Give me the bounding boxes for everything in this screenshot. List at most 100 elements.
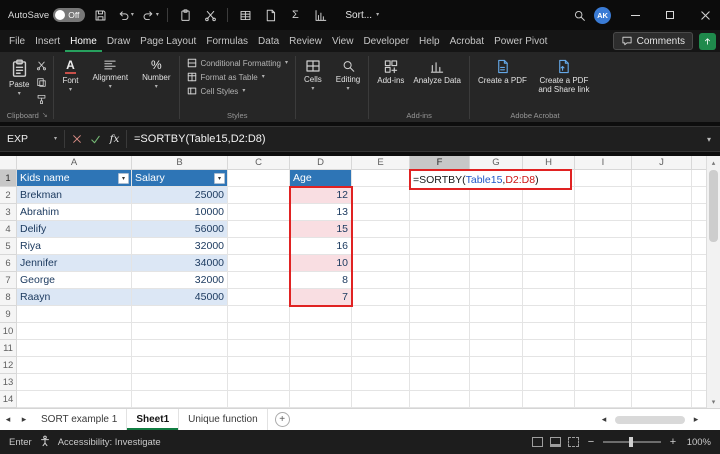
horizontal-scrollbar[interactable]: ◂ ▸	[596, 409, 720, 430]
cell-B10[interactable]	[132, 323, 228, 340]
cell-C1[interactable]	[228, 170, 290, 187]
document-tool-button[interactable]	[260, 4, 280, 26]
row-header-10[interactable]: 10	[0, 323, 17, 340]
undo-button[interactable]: ▾	[115, 4, 135, 26]
cell-D11[interactable]	[290, 340, 352, 357]
cell-B7[interactable]: 32000	[132, 272, 228, 289]
table-tool-button[interactable]	[235, 4, 255, 26]
sheet-tab-sheet1[interactable]: Sheet1	[127, 409, 180, 430]
column-header-c[interactable]: C	[228, 156, 290, 170]
cell-B12[interactable]	[132, 357, 228, 374]
cell-B3[interactable]: 10000	[132, 204, 228, 221]
cell-E8[interactable]	[352, 289, 410, 306]
cell-D12[interactable]	[290, 357, 352, 374]
normal-view-icon[interactable]	[532, 437, 543, 447]
cell-H10[interactable]	[523, 323, 575, 340]
cell-J14[interactable]	[632, 391, 692, 408]
cell-A12[interactable]	[17, 357, 132, 374]
column-header-e[interactable]: E	[352, 156, 410, 170]
minimize-button[interactable]	[620, 0, 650, 30]
cell-B1[interactable]: Salary ▾	[132, 170, 228, 187]
cell-H6[interactable]	[523, 255, 575, 272]
cell-I12[interactable]	[575, 357, 632, 374]
cell-B2[interactable]: 25000	[132, 187, 228, 204]
redo-button[interactable]: ▾	[140, 4, 160, 26]
cell-A1[interactable]: Kids name ▾	[17, 170, 132, 187]
cell-A14[interactable]	[17, 391, 132, 408]
cell-A4[interactable]: Delify	[17, 221, 132, 238]
cut-button[interactable]	[34, 59, 49, 72]
cell-B8[interactable]: 45000	[132, 289, 228, 306]
ribbon-tab-help[interactable]: Help	[414, 32, 445, 52]
cell-J7[interactable]	[632, 272, 692, 289]
cell-D14[interactable]	[290, 391, 352, 408]
zoom-slider-thumb[interactable]	[629, 437, 633, 447]
cell-J11[interactable]	[632, 340, 692, 357]
cell-E5[interactable]	[352, 238, 410, 255]
zoom-in-icon[interactable]: +	[668, 436, 678, 448]
cell-D9[interactable]	[290, 306, 352, 323]
cell-E14[interactable]	[352, 391, 410, 408]
cell-I6[interactable]	[575, 255, 632, 272]
ribbon-tab-review[interactable]: Review	[284, 32, 327, 52]
cell-B9[interactable]	[132, 306, 228, 323]
cell-I4[interactable]	[575, 221, 632, 238]
cell-F12[interactable]	[410, 357, 470, 374]
cell-A6[interactable]: Jennifer	[17, 255, 132, 272]
chart-tool-button[interactable]	[310, 4, 330, 26]
cell-H14[interactable]	[523, 391, 575, 408]
cell-J12[interactable]	[632, 357, 692, 374]
cell-A8[interactable]: Raayn	[17, 289, 132, 306]
ribbon-tab-formulas[interactable]: Formulas	[201, 32, 253, 52]
cell-styles-button[interactable]: Cell Styles ▾	[184, 84, 249, 98]
cell-E9[interactable]	[352, 306, 410, 323]
save-button[interactable]	[90, 4, 110, 26]
cell-C6[interactable]	[228, 255, 290, 272]
cell-D4[interactable]: 15	[290, 221, 352, 238]
row-header-11[interactable]: 11	[0, 340, 17, 357]
cell-B14[interactable]	[132, 391, 228, 408]
ribbon-tab-home[interactable]: Home	[65, 32, 102, 52]
cell-J2[interactable]	[632, 187, 692, 204]
cell-A11[interactable]	[17, 340, 132, 357]
cell-J8[interactable]	[632, 289, 692, 306]
cell-G13[interactable]	[470, 374, 523, 391]
cell-A13[interactable]	[17, 374, 132, 391]
cell-C5[interactable]	[228, 238, 290, 255]
cell-J10[interactable]	[632, 323, 692, 340]
cell-H12[interactable]	[523, 357, 575, 374]
cell-E10[interactable]	[352, 323, 410, 340]
search-button[interactable]	[569, 4, 589, 26]
cell-F11[interactable]	[410, 340, 470, 357]
new-sheet-button[interactable]: +	[274, 412, 290, 427]
autosave-toggle[interactable]: AutoSave Off	[8, 8, 86, 22]
cell-B11[interactable]	[132, 340, 228, 357]
clipboard-button[interactable]	[175, 4, 195, 26]
cell-G10[interactable]	[470, 323, 523, 340]
ribbon-tab-file[interactable]: File	[4, 32, 30, 52]
cell-A7[interactable]: George	[17, 272, 132, 289]
column-header-h[interactable]: H	[523, 156, 575, 170]
filter-dropdown-icon[interactable]: ▾	[118, 172, 129, 184]
sheet-nav-left-icon[interactable]: ◂	[0, 409, 16, 430]
cell-C7[interactable]	[228, 272, 290, 289]
cell-C8[interactable]	[228, 289, 290, 306]
cell-H4[interactable]	[523, 221, 575, 238]
share-button[interactable]	[699, 32, 716, 50]
cell-D6[interactable]: 10	[290, 255, 352, 272]
cell-G5[interactable]	[470, 238, 523, 255]
row-header-5[interactable]: 5	[0, 238, 17, 255]
sheet-tab-sort-example-1[interactable]: SORT example 1	[32, 409, 128, 430]
cell-J3[interactable]	[632, 204, 692, 221]
column-header-f[interactable]: F	[410, 156, 470, 170]
cancel-button[interactable]	[67, 127, 86, 151]
conditional-formatting-button[interactable]: Conditional Formatting ▾	[184, 56, 292, 70]
autosum-button[interactable]: Σ	[285, 4, 305, 26]
cell-B5[interactable]: 32000	[132, 238, 228, 255]
row-header-7[interactable]: 7	[0, 272, 17, 289]
cell-C11[interactable]	[228, 340, 290, 357]
ribbon-tab-view[interactable]: View	[327, 32, 359, 52]
column-header-j[interactable]: J	[632, 156, 692, 170]
cell-H9[interactable]	[523, 306, 575, 323]
cell-I1[interactable]	[575, 170, 632, 187]
